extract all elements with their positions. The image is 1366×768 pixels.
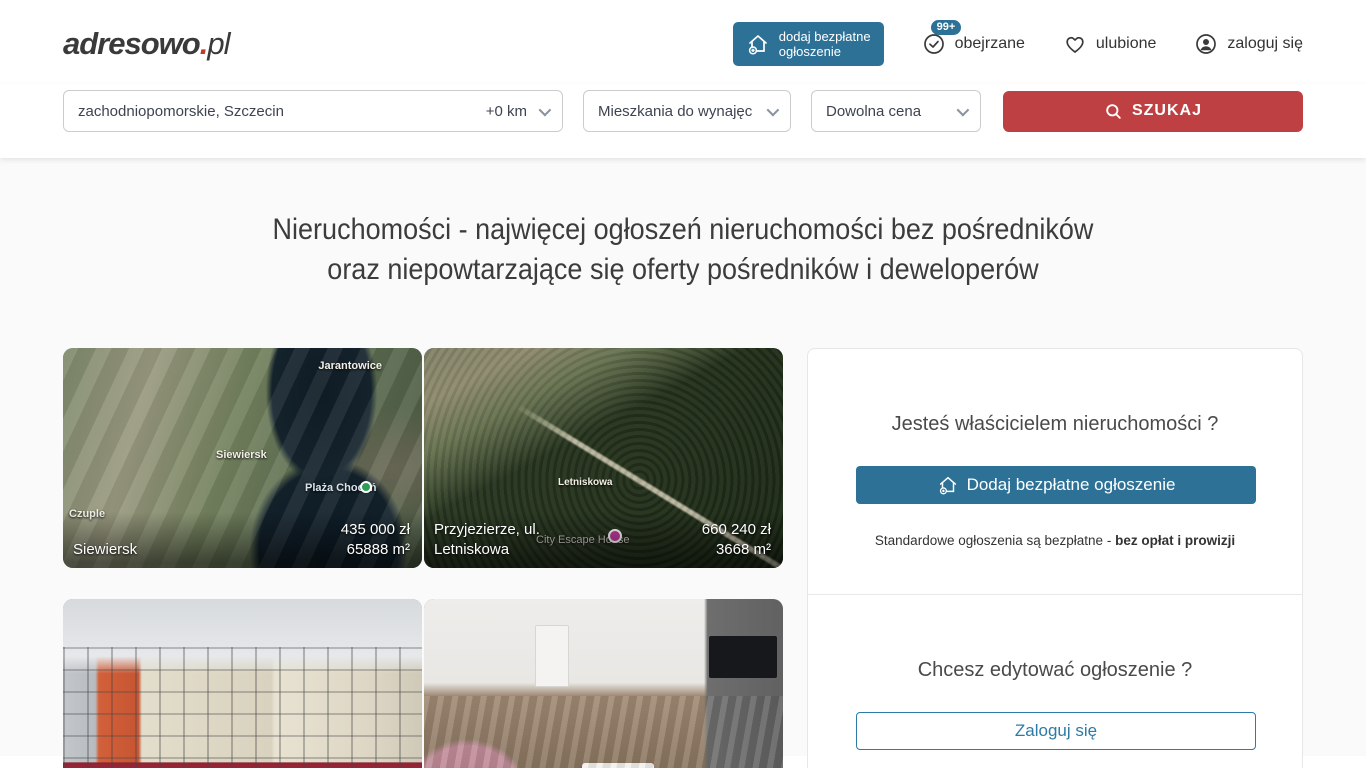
sidebar-login-label: Zaloguj się [1015, 721, 1097, 741]
house-plus-icon [746, 32, 770, 56]
chevron-down-icon [767, 103, 780, 116]
map-label: Siewiersk [216, 449, 267, 461]
viewed-link[interactable]: 99+ obejrzane [922, 32, 1025, 56]
listing-price: 660 240 zł [702, 520, 771, 540]
check-circle-icon [922, 32, 946, 56]
search-bar: zachodniopomorskie, Szczecin +0 km Miesz… [0, 84, 1366, 158]
listing-location-line2: Letniskowa [434, 540, 540, 560]
map-marker-icon [360, 481, 372, 493]
favorites-label: ulubione [1096, 35, 1157, 53]
listing-photo-buildings [63, 599, 422, 768]
login-link[interactable]: zaloguj się [1194, 32, 1303, 56]
search-button-label: SZUKAJ [1132, 102, 1202, 120]
edit-section: Chcesz edytować ogłoszenie ? Zaloguj się… [808, 595, 1302, 768]
login-label: zaloguj się [1227, 35, 1303, 53]
sidebar-add-listing-label: Dodaj bezpłatne ogłoszenie [967, 475, 1176, 495]
site-logo[interactable]: adresowo.pl [63, 26, 229, 62]
listing-price: 435 000 zł [341, 520, 410, 540]
listing-location: Przyjezierze, ul. [434, 520, 540, 540]
listing-area: 3668 m² [702, 540, 771, 560]
page-title: Nieruchomości - najwięcej ogłoszeń nieru… [68, 210, 1297, 290]
owner-note: Standardowe ogłoszenia są bezpłatne - be… [856, 533, 1254, 548]
cabinet-shape [535, 625, 569, 687]
add-listing-label: dodaj bezpłatne ogłoszenie [779, 29, 871, 59]
tv-shape [709, 636, 777, 678]
listing-area: 65888 m² [341, 540, 410, 560]
sidebar-add-listing-button[interactable]: Dodaj bezpłatne ogłoszenie [856, 466, 1256, 504]
chevron-down-icon [957, 103, 970, 116]
header-actions: dodaj bezpłatne ogłoszenie 99+ obejrzane… [733, 22, 1303, 66]
owner-sidebar: Jesteś właścicielem nieruchomości ? Doda… [807, 348, 1303, 768]
location-value: zachodniopomorskie, Szczecin [78, 103, 284, 120]
logo-name: adresowo [63, 26, 200, 61]
chevron-down-icon [539, 103, 552, 116]
radius-value: +0 km [486, 103, 527, 120]
listing-card[interactable]: Wola Zgłobieńska 890 000 zł [424, 599, 783, 768]
listing-overlay: Przyjezierze, ul. Letniskowa 660 240 zł … [424, 512, 783, 568]
listing-card[interactable]: Letniskowa City Escape House Przyjezierz… [424, 348, 783, 568]
listing-location: Siewiersk [73, 540, 137, 560]
add-listing-button[interactable]: dodaj bezpłatne ogłoszenie [733, 22, 884, 66]
search-button[interactable]: SZUKAJ [1003, 91, 1303, 132]
main-content: Nieruchomości - najwięcej ogłoszeń nieru… [0, 158, 1366, 756]
top-header: adresowo.pl dodaj bezpłatne ogłoszenie 9… [0, 0, 1366, 84]
category-select[interactable]: Mieszkania do wynajęc [583, 90, 791, 132]
favorites-link[interactable]: ulubione [1063, 32, 1157, 56]
table-shape [582, 763, 654, 768]
house-plus-icon [937, 474, 959, 496]
viewed-count-badge: 99+ [931, 20, 962, 35]
price-value: Dowolna cena [826, 103, 921, 120]
listings-grid: Jarantowice Siewiersk Plaża Choceń Czupl… [63, 348, 783, 768]
radius-select[interactable]: +0 km [486, 103, 548, 120]
viewed-label: obejrzane [955, 35, 1025, 53]
page-title-line2: oraz niepowtarzające się oferty pośredni… [68, 250, 1297, 290]
map-label: Jarantowice [318, 360, 382, 372]
map-label: Letniskowa [558, 477, 612, 488]
category-value: Mieszkania do wynajęc [598, 103, 752, 120]
price-select[interactable]: Dowolna cena [811, 90, 981, 132]
edit-title: Chcesz edytować ogłoszenie ? [856, 659, 1254, 682]
owner-section: Jesteś właścicielem nieruchomości ? Doda… [808, 349, 1302, 595]
listing-overlay: Siewiersk 435 000 zł 65888 m² [63, 512, 422, 568]
content-row: Jarantowice Siewiersk Plaża Choceń Czupl… [0, 348, 1366, 768]
listing-photo-interior [424, 599, 783, 768]
search-icon [1104, 102, 1123, 121]
logo-tld: pl [207, 26, 229, 61]
owner-title: Jesteś właścicielem nieruchomości ? [856, 413, 1254, 436]
listing-card[interactable]: Lublin Śródmieście, ul. 545 000 zł [63, 599, 422, 768]
sidebar-login-button[interactable]: Zaloguj się [856, 712, 1256, 750]
user-icon [1194, 32, 1218, 56]
heart-icon [1063, 32, 1087, 56]
listing-card[interactable]: Jarantowice Siewiersk Plaża Choceń Czupl… [63, 348, 422, 568]
location-input[interactable]: zachodniopomorskie, Szczecin +0 km [63, 90, 563, 132]
page-title-line1: Nieruchomości - najwięcej ogłoszeń nieru… [68, 210, 1297, 250]
